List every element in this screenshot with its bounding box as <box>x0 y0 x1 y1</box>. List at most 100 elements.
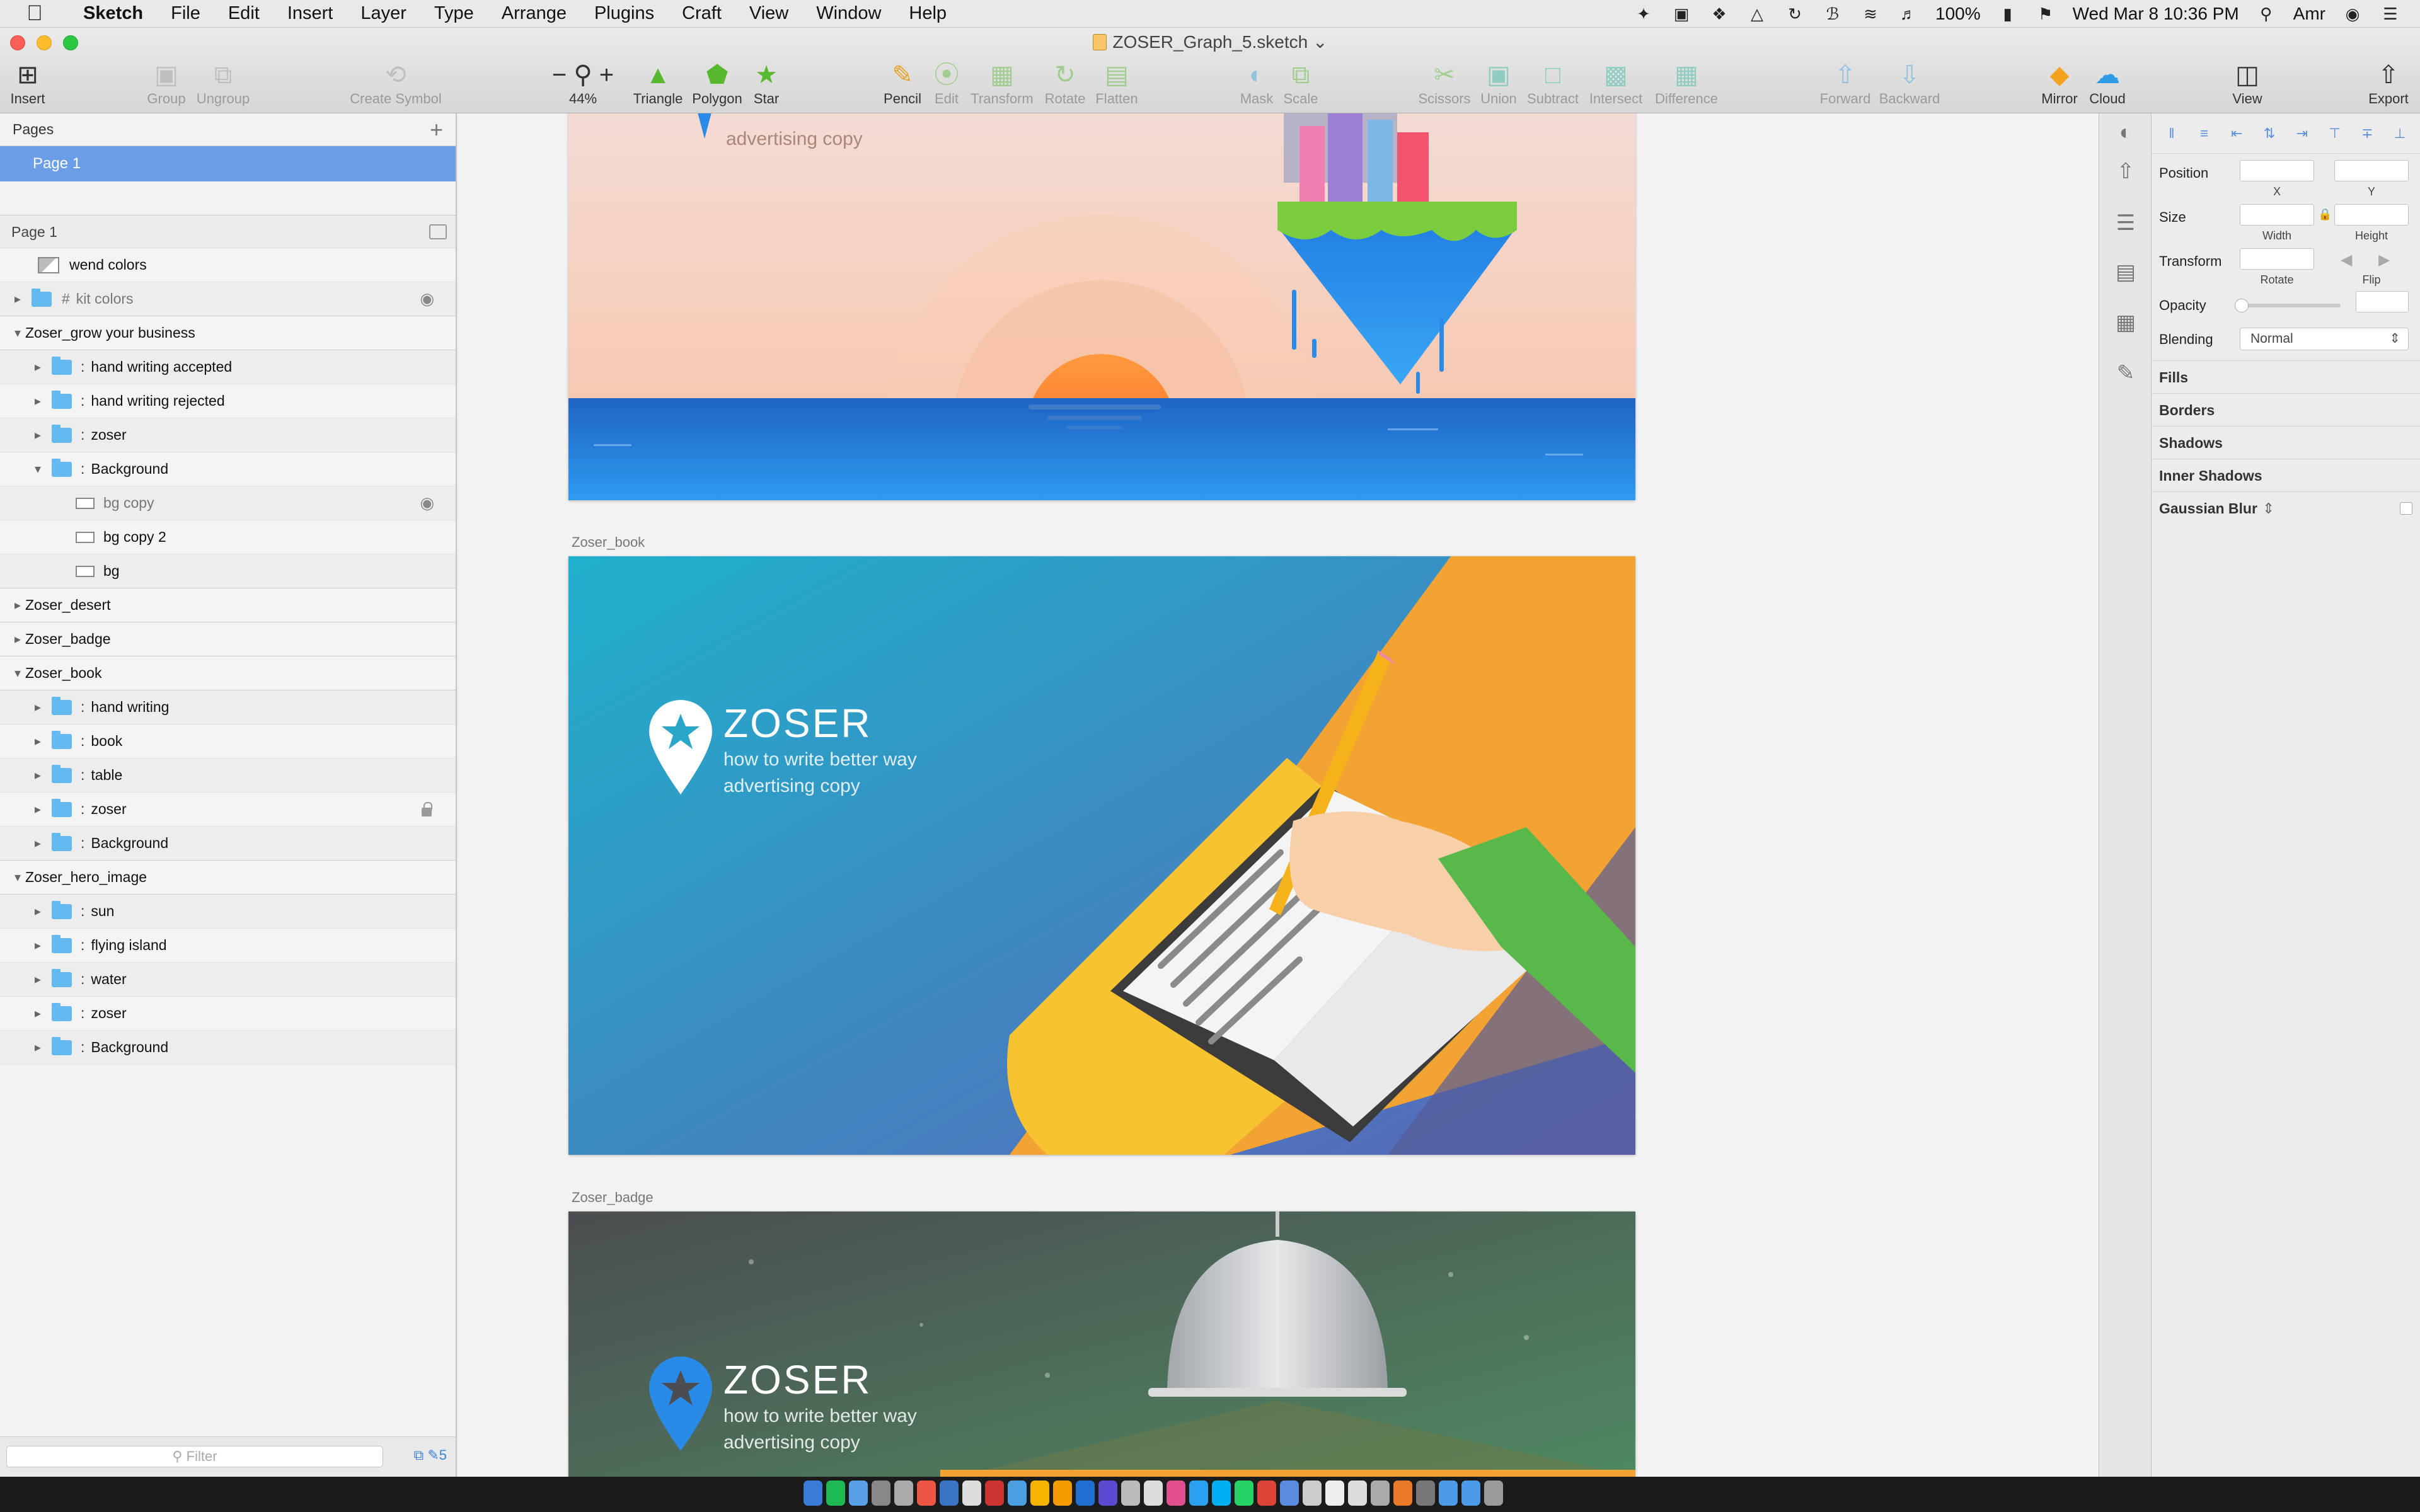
volume-icon[interactable]: ♬ <box>1898 4 1919 23</box>
disclosure-down-icon[interactable]: ▾ <box>10 665 25 681</box>
x-input[interactable] <box>2240 160 2314 181</box>
bluetooth-icon[interactable]: ℬ <box>1822 4 1843 23</box>
shadows-section[interactable]: Shadows <box>2152 426 2420 459</box>
siri-icon[interactable]: ◉ <box>2342 4 2363 23</box>
width-input[interactable] <box>2240 204 2314 226</box>
menu-window[interactable]: Window <box>802 3 895 24</box>
finder-icon[interactable] <box>804 1480 822 1506</box>
disclosure-right-icon[interactable]: ▸ <box>30 801 45 817</box>
app-icon[interactable] <box>1348 1480 1367 1506</box>
app-icon[interactable] <box>1280 1480 1299 1506</box>
acrobat-icon[interactable] <box>985 1480 1004 1506</box>
calendar-icon[interactable] <box>894 1480 913 1506</box>
menu-type[interactable]: Type <box>420 3 488 24</box>
add-page-icon[interactable]: + <box>430 117 443 143</box>
difference-button[interactable]: ▦ Difference <box>1655 59 1718 107</box>
preview-icon[interactable] <box>872 1480 890 1506</box>
artboard-label-badge[interactable]: Zoser_badge <box>572 1189 654 1206</box>
layer-row[interactable]: ▸ : table <box>0 759 456 793</box>
cloud-button[interactable]: ☁ Cloud <box>2089 59 2125 107</box>
inner-shadows-section[interactable]: Inner Shadows <box>2152 459 2420 491</box>
user-name[interactable]: Amr <box>2293 4 2325 24</box>
layer-row[interactable]: bg copy ◉ <box>0 486 456 520</box>
menu-edit[interactable]: Edit <box>214 3 274 24</box>
layer-row[interactable]: ▾ Zoser_grow your business <box>0 316 456 350</box>
fills-section[interactable]: Fills <box>2152 360 2420 393</box>
layer-row[interactable]: ▸ : hand writing accepted <box>0 350 456 384</box>
clock[interactable]: Wed Mar 8 10:36 PM <box>2073 4 2239 24</box>
flatten-button[interactable]: ▤ Flatten <box>1095 59 1138 107</box>
rotate-input[interactable] <box>2240 248 2314 270</box>
align-left-icon[interactable]: ⇤ <box>2228 125 2245 142</box>
menu-craft[interactable]: Craft <box>668 3 735 24</box>
app-icon[interactable] <box>1416 1480 1435 1506</box>
disclosure-right-icon[interactable]: ▸ <box>10 291 25 307</box>
layer-row[interactable]: ▸ : hand writing <box>0 690 456 724</box>
layer-row[interactable]: ▸ : water <box>0 963 456 997</box>
layer-row[interactable]: ▾ : Background <box>0 452 456 486</box>
layer-row[interactable]: ▸ Zoser_badge <box>0 622 456 656</box>
folder-icon[interactable] <box>1461 1480 1480 1506</box>
app-icon[interactable] <box>940 1480 959 1506</box>
polygon-button[interactable]: ⬟ Polygon <box>692 59 742 107</box>
gaussian-blur-section[interactable]: Gaussian Blur ⇕ <box>2152 491 2420 524</box>
artboard-zoser-badge[interactable]: ZOSER how to write better way advertisin… <box>568 1211 1635 1477</box>
transform-button[interactable]: ▦ Transform <box>971 59 1033 107</box>
disclosure-right-icon[interactable]: ▸ <box>30 733 45 749</box>
battery-icon[interactable]: ▮ <box>1997 4 2019 23</box>
drive-icon[interactable]: △ <box>1746 4 1768 23</box>
dropbox-icon[interactable]: ❖ <box>1708 4 1730 23</box>
prototype-icon[interactable]: ▦ <box>2112 309 2140 336</box>
app-icon[interactable] <box>962 1480 981 1506</box>
whatsapp-icon[interactable] <box>1235 1480 1253 1506</box>
disclosure-right-icon[interactable]: ▸ <box>30 699 45 715</box>
notification-center-icon[interactable]: ☰ <box>2380 4 2401 23</box>
library-icon[interactable]: ▤ <box>2112 258 2140 286</box>
union-button[interactable]: ▣ Union <box>1480 59 1516 107</box>
layer-row[interactable]: ▸ : book <box>0 724 456 759</box>
disclosure-right-icon[interactable]: ▸ <box>30 903 45 919</box>
illustrator-icon[interactable] <box>1053 1480 1072 1506</box>
opacity-slider-knob[interactable] <box>2235 299 2249 312</box>
layer-row[interactable]: wend colors <box>0 248 456 282</box>
app-icon[interactable] <box>1303 1480 1322 1506</box>
forward-button[interactable]: ⇧ Forward <box>1820 59 1871 107</box>
upload-icon[interactable]: ⇧ <box>2112 158 2140 185</box>
spotify-icon[interactable] <box>826 1480 845 1506</box>
disclosure-right-icon[interactable]: ▸ <box>30 1040 45 1055</box>
triangle-button[interactable]: ▲ Triangle <box>633 59 683 107</box>
y-input[interactable] <box>2334 160 2409 181</box>
ungroup-button[interactable]: ⧉ Ungroup <box>197 59 250 107</box>
rotate-button[interactable]: ↻ Rotate <box>1045 59 1086 107</box>
disclosure-right-icon[interactable]: ▸ <box>30 971 45 987</box>
app-icon[interactable] <box>1008 1480 1027 1506</box>
vlc-icon[interactable] <box>1393 1480 1412 1506</box>
view-button[interactable]: ◫ View <box>2232 59 2262 107</box>
layer-filter-toggles[interactable]: ⧉ ✎5 <box>413 1447 447 1463</box>
stack-icon[interactable]: ☰ <box>2112 209 2140 237</box>
wifi-icon[interactable]: ≋ <box>1860 4 1881 23</box>
menu-plugins[interactable]: Plugins <box>580 3 668 24</box>
twitter-icon[interactable]: ✦ <box>1633 4 1654 23</box>
sync-icon[interactable]: ↻ <box>1784 4 1806 23</box>
subtract-button[interactable]: □ Subtract <box>1527 59 1579 107</box>
canvas[interactable]: advertising copy Zoser_book ZOSER how to… <box>458 113 2099 1477</box>
layer-row[interactable]: ▸ : zoser <box>0 793 456 827</box>
collapse-layers-icon[interactable] <box>429 224 447 239</box>
disclosure-right-icon[interactable]: ▸ <box>30 767 45 783</box>
eye-icon[interactable]: ◉ <box>420 493 434 513</box>
layer-row[interactable]: ▸ : Background <box>0 827 456 861</box>
app-icon[interactable] <box>1325 1480 1344 1506</box>
backward-button[interactable]: ⇩ Backward <box>1879 59 1940 107</box>
menu-insert[interactable]: Insert <box>274 3 347 24</box>
page-item[interactable]: Page 1 <box>0 146 456 181</box>
disclosure-right-icon[interactable]: ▸ <box>30 393 45 409</box>
layer-row[interactable]: ▸ : flying island <box>0 929 456 963</box>
opacity-slider[interactable] <box>2235 299 2341 312</box>
create-symbol-button[interactable]: ⟲ Create Symbol <box>350 59 442 107</box>
menu-arrange[interactable]: Arrange <box>488 3 580 24</box>
disclosure-right-icon[interactable]: ▸ <box>30 359 45 375</box>
edit-panel-icon[interactable]: ✎ <box>2112 359 2140 387</box>
mask-button[interactable]: ◐ Mask <box>1240 59 1274 107</box>
filter-input[interactable]: ⚲ Filter <box>6 1446 383 1467</box>
